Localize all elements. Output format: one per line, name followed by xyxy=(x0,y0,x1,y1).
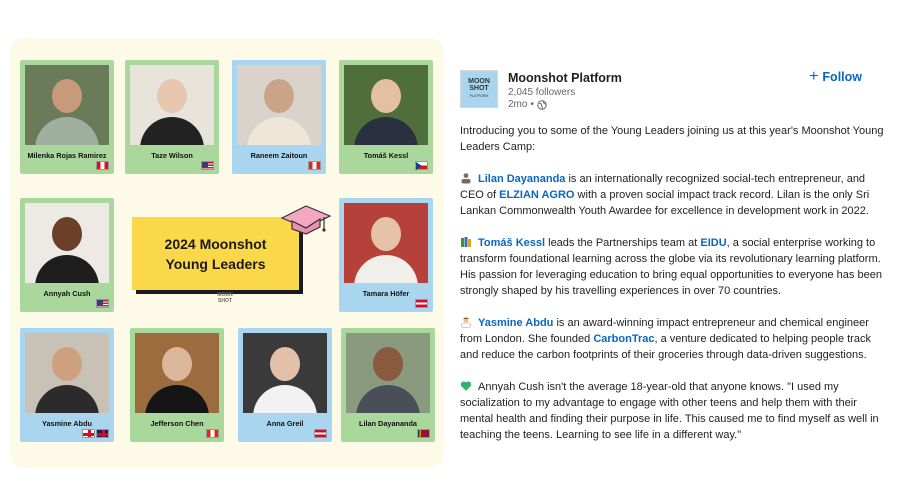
paragraph-text: Annyah Cush isn't the average 18-year-ol… xyxy=(460,381,879,441)
leader-photo xyxy=(243,333,327,413)
org-logo-line1: MOON xyxy=(468,78,490,85)
post-image[interactable]: Milenka Rojas Ramirez Taze Wilson Raneem… xyxy=(10,38,444,468)
leader-photo xyxy=(344,203,428,283)
mention-tomas[interactable]: Tomáš Kessl xyxy=(478,237,545,249)
dot-separator: • xyxy=(530,99,534,110)
canada-flag-icon xyxy=(308,161,321,170)
austria-flag-icon xyxy=(415,299,428,308)
mention-lilan[interactable]: Lilan Dayananda xyxy=(478,173,565,185)
leader-photo xyxy=(25,203,109,283)
canada-flag-icon xyxy=(206,429,219,438)
leader-photo xyxy=(135,333,219,413)
austria-flag-icon xyxy=(314,429,327,438)
leader-name: Lilan Dayananda xyxy=(359,419,417,428)
leader-photo xyxy=(130,65,214,145)
mention-yasmine[interactable]: Yasmine Abdu xyxy=(478,317,553,329)
usa-flag-icon xyxy=(96,299,109,308)
leader-paragraph-tomas: Tomáš Kessl leads the Partnerships team … xyxy=(460,235,890,299)
leader-name: Anna Greil xyxy=(266,419,304,428)
leader-card: Milenka Rojas Ramirez xyxy=(20,60,114,174)
leader-photo xyxy=(237,65,321,145)
leader-paragraph-annyah: Annyah Cush isn't the average 18-year-ol… xyxy=(460,379,890,443)
england-flag-icon xyxy=(82,429,95,438)
leader-card: Yasmine Abdu xyxy=(20,328,114,442)
leader-photo xyxy=(25,65,109,145)
peru-flag-icon xyxy=(96,161,109,170)
leader-card: Tomáš Kessl xyxy=(339,60,433,174)
graduation-cap-icon xyxy=(280,205,332,235)
usa-flag-icon xyxy=(201,161,214,170)
leader-paragraph-yasmine: Yasmine Abdu is an award-winning impact … xyxy=(460,315,890,363)
graphic-title-line2: Young Leaders xyxy=(165,255,266,272)
follow-label: Follow xyxy=(822,70,862,84)
paragraph-text: leads the Partnerships team at xyxy=(545,237,701,249)
post-body: MOON SHOT PLATFORM Moonshot Platform 2,0… xyxy=(460,68,890,459)
green-heart-icon xyxy=(460,381,472,391)
graphic-title-line1: 2024 Moonshot xyxy=(164,235,267,252)
leader-card: Raneem Zaitoun xyxy=(232,60,326,174)
mention-elzian-agro[interactable]: ELZIAN AGRO xyxy=(499,189,574,201)
books-emoji-icon xyxy=(461,237,471,247)
scientist-emoji-icon xyxy=(461,317,471,328)
leader-card: Taze Wilson xyxy=(125,60,219,174)
leader-card: Tamara Höfer xyxy=(339,198,433,312)
globe-icon xyxy=(537,99,547,110)
org-logo-line2: SHOT xyxy=(469,85,489,92)
mention-eidu[interactable]: EIDU xyxy=(700,237,726,249)
post-intro: Introducing you to some of the Young Lea… xyxy=(460,125,884,153)
leader-name: Milenka Rojas Ramirez xyxy=(27,151,107,160)
plus-icon: + xyxy=(809,68,819,85)
czechia-flag-icon xyxy=(415,161,428,170)
leader-photo xyxy=(25,333,109,413)
post-meta: 2mo • xyxy=(508,99,547,110)
mini-logo-line2: SHOT xyxy=(218,298,232,304)
person-emoji-icon xyxy=(461,173,471,184)
follow-button[interactable]: + Follow xyxy=(809,68,862,85)
org-logo-line3: PLATFORM xyxy=(469,94,489,98)
leader-photo xyxy=(344,65,428,145)
leader-card: Anna Greil xyxy=(238,328,332,442)
follower-count: 2,045 followers xyxy=(508,87,576,98)
sri-lanka-flag-icon xyxy=(417,429,430,438)
leader-name: Raneem Zaitoun xyxy=(250,151,308,160)
graphic-title: 2024 Moonshot Young Leaders xyxy=(132,217,299,290)
leader-name: Tamara Höfer xyxy=(362,289,410,298)
uk-flag-icon xyxy=(96,429,109,438)
leader-name: Yasmine Abdu xyxy=(41,419,92,428)
leader-paragraph-lilan: Lilan Dayananda is an internationally re… xyxy=(460,171,890,219)
post-header: MOON SHOT PLATFORM Moonshot Platform 2,0… xyxy=(460,68,890,114)
leader-name: Annyah Cush xyxy=(43,289,91,298)
org-name[interactable]: Moonshot Platform xyxy=(508,71,622,85)
leader-card: Annyah Cush xyxy=(20,198,114,312)
org-logo[interactable]: MOON SHOT PLATFORM xyxy=(460,70,498,108)
mention-carbontrac[interactable]: CarbonTrac xyxy=(593,333,654,345)
leader-card: Jefferson Chen xyxy=(130,328,224,442)
leader-photo xyxy=(346,333,430,413)
leader-card: Lilan Dayananda xyxy=(341,328,435,442)
leader-name: Tomáš Kessl xyxy=(363,151,409,160)
leader-name: Jefferson Chen xyxy=(150,419,204,428)
post-time: 2mo xyxy=(508,99,528,110)
leader-name: Taze Wilson xyxy=(151,151,193,160)
mini-logo: MOON SHOT xyxy=(217,292,233,306)
